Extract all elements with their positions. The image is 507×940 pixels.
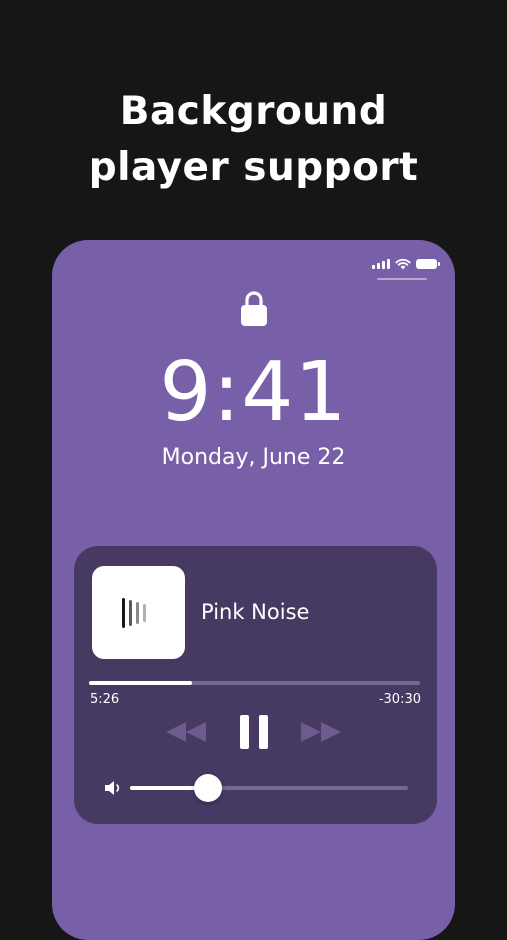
volume-slider-thumb[interactable]	[193, 774, 222, 802]
lock-screen-date: Monday, June 22	[161, 445, 346, 470]
remaining-time: -30:30	[378, 692, 421, 707]
notification-handle	[377, 278, 427, 280]
promo-heading-line-2: player support	[88, 145, 419, 190]
waveform-icon	[122, 598, 146, 628]
pause-button[interactable]	[238, 712, 270, 752]
signal-icon	[372, 259, 390, 269]
pause-icon	[240, 715, 268, 749]
speaker-icon	[105, 781, 120, 795]
status-bar	[372, 258, 440, 270]
promo-heading: Background player support	[0, 84, 507, 196]
playback-progress-fill	[89, 681, 192, 685]
now-playing-widget[interactable]: Pink Noise 5:26 -30:30	[74, 546, 437, 824]
lock-icon	[241, 291, 267, 326]
fast-forward-button[interactable]	[297, 712, 345, 752]
album-artwork[interactable]	[92, 566, 185, 659]
rewind-icon	[166, 722, 206, 742]
fast-forward-icon	[301, 722, 341, 742]
rewind-button[interactable]	[162, 712, 210, 752]
phone-lock-screen: 9:41 Monday, June 22 Pink Noise 5:26 -30…	[52, 240, 455, 940]
track-title: Pink Noise	[201, 600, 310, 624]
battery-icon	[416, 259, 440, 269]
volume-slider[interactable]	[130, 786, 408, 790]
promo-heading-line-1: Background	[119, 89, 388, 134]
playback-scrubber[interactable]	[89, 681, 420, 685]
elapsed-time: 5:26	[90, 692, 120, 707]
lock-screen-time: 9:41	[159, 345, 348, 440]
wifi-icon	[395, 258, 411, 270]
